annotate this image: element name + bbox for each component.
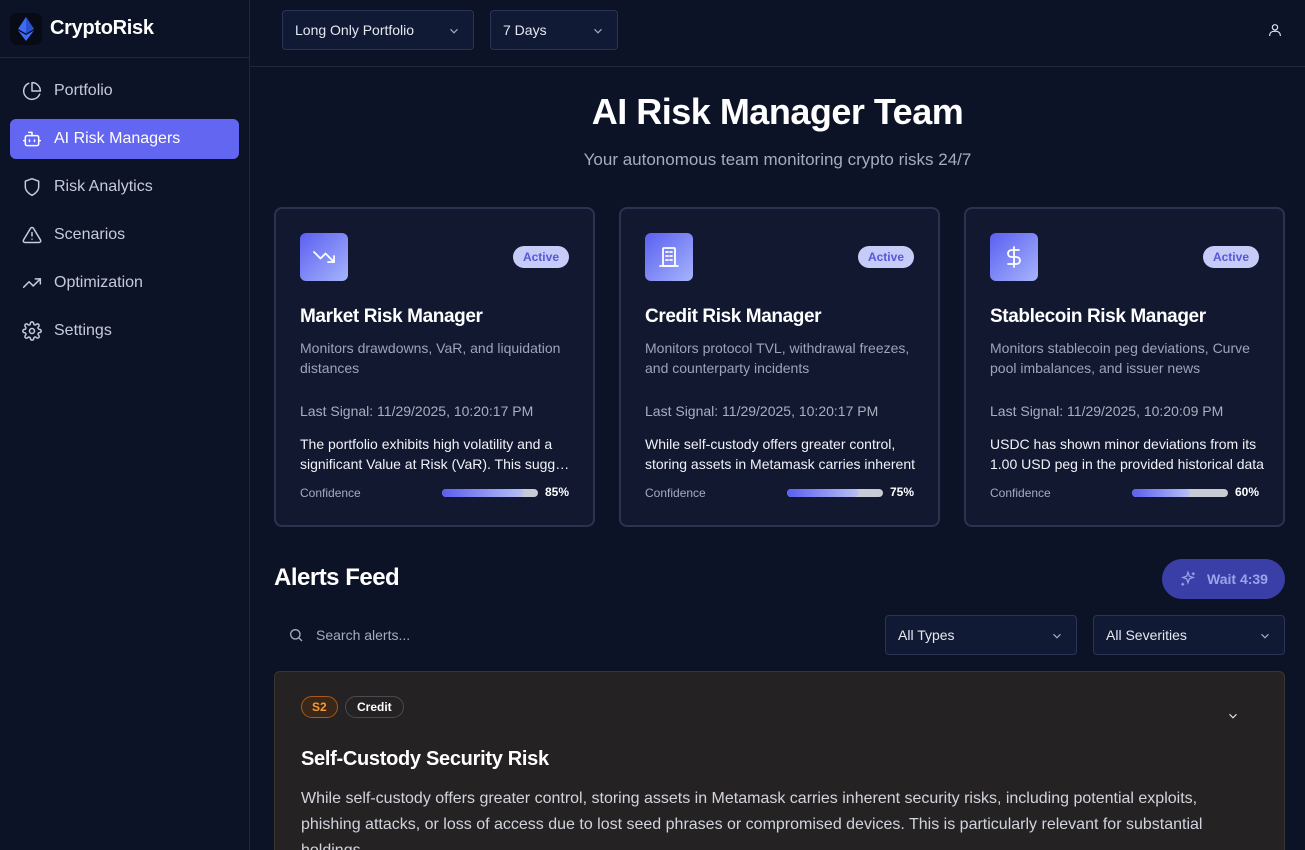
confidence-value: 60%	[1234, 485, 1259, 499]
severity-filter-select[interactable]: All Severities	[1093, 615, 1285, 655]
sidebar-item-label: AI Risk Managers	[54, 130, 181, 147]
signal-summary-line: USDC has shown minor deviations from its	[990, 436, 1257, 452]
confidence-bar	[787, 489, 883, 497]
status-badge: Active	[1202, 246, 1259, 268]
search-bar	[274, 615, 864, 655]
confidence-label: Confidence	[645, 486, 706, 500]
app-name: CryptoRisk	[50, 17, 154, 39]
shield-icon	[22, 177, 42, 197]
manager-card-market[interactable]: Active Market Risk Manager Monitors draw…	[274, 207, 595, 527]
sidebar: CryptoRisk Portfolio AI Risk Managers Ri…	[0, 0, 250, 850]
gear-icon	[22, 321, 42, 341]
type-badge: Credit	[345, 696, 404, 718]
confidence-value: 75%	[889, 485, 914, 499]
sparkles-icon	[1180, 570, 1196, 586]
signal-summary: While self-custody offers greater contro…	[645, 434, 920, 474]
trending-up-icon	[22, 273, 42, 293]
signal-summary-line: significant Value at Risk (VaR). This su…	[300, 456, 575, 472]
wait-button-label: Wait 4:39	[1207, 571, 1268, 587]
manager-card-credit[interactable]: Active Credit Risk Manager Monitors prot…	[619, 207, 940, 527]
trending-down-icon	[300, 233, 348, 281]
sidebar-item-label: Scenarios	[54, 226, 126, 243]
sidebar-item-settings[interactable]: Settings	[10, 311, 239, 351]
status-badge: Active	[857, 246, 914, 268]
page-subtitle: Your autonomous team monitoring crypto r…	[583, 150, 972, 169]
manager-title: Stablecoin Risk Manager	[990, 306, 1206, 327]
signal-summary-line: While self-custody offers greater contro…	[645, 436, 896, 452]
manager-description: Monitors drawdowns, VaR, and liquidation…	[300, 340, 561, 376]
signal-summary-line: The portfolio exhibits high volatility a…	[300, 436, 553, 452]
status-badge: Active	[512, 246, 569, 268]
alert-item[interactable]: S2 Credit Self-Custody Security Risk Whi…	[274, 671, 1285, 850]
manager-title: Credit Risk Manager	[645, 306, 822, 327]
bot-icon	[22, 129, 42, 149]
chevron-down-icon	[1258, 629, 1272, 643]
confidence-fill	[442, 489, 524, 497]
dollar-icon	[990, 233, 1038, 281]
type-filter-select[interactable]: All Types	[885, 615, 1077, 655]
search-icon	[290, 629, 303, 642]
manager-card-stablecoin[interactable]: Active Stablecoin Risk Manager Monitors …	[964, 207, 1285, 527]
severity-badge: S2	[301, 696, 338, 718]
brand[interactable]: CryptoRisk	[0, 0, 249, 58]
search-input[interactable]	[316, 627, 716, 643]
confidence-fill	[1132, 489, 1190, 497]
manager-description: Monitors protocol TVL, withdrawal freeze…	[645, 340, 910, 376]
confidence-label: Confidence	[990, 486, 1051, 500]
alert-title: Self-Custody Security Risk	[301, 748, 549, 770]
severity-filter-value: All Severities	[1106, 627, 1187, 643]
sidebar-item-label: Optimization	[54, 274, 143, 291]
pie-chart-icon	[22, 81, 42, 101]
confidence-bar	[1132, 489, 1228, 497]
generate-alerts-button[interactable]: Wait 4:39	[1162, 559, 1285, 599]
period-select[interactable]: 7 Days	[490, 10, 618, 50]
type-filter-value: All Types	[898, 627, 955, 643]
manager-description: Monitors stablecoin peg deviations, Curv…	[990, 340, 1250, 376]
confidence-value: 85%	[544, 485, 569, 499]
chevron-down-icon	[447, 24, 461, 38]
chevron-down-icon	[591, 24, 605, 38]
signal-summary-line: 1.00 USD peg in the provided historical …	[990, 456, 1264, 472]
alerts-feed-title: Alerts Feed	[274, 564, 400, 591]
alert-body: While self-custody offers greater contro…	[301, 790, 1203, 850]
main-content: AI Risk Manager Team Your autonomous tea…	[250, 67, 1305, 850]
confidence-bar	[442, 489, 538, 497]
building-icon	[645, 233, 693, 281]
ethereum-logo-icon	[10, 12, 42, 45]
sidebar-item-label: Risk Analytics	[54, 178, 153, 195]
confidence-label: Confidence	[300, 486, 361, 500]
sidebar-item-scenarios[interactable]: Scenarios	[10, 215, 239, 255]
sidebar-nav: Portfolio AI Risk Managers Risk Analytic…	[0, 58, 249, 351]
period-select-value: 7 Days	[503, 22, 547, 38]
chevron-down-icon[interactable]	[1226, 709, 1240, 723]
signal-summary: USDC has shown minor deviations from its…	[990, 434, 1265, 474]
last-signal: Last Signal: 11/29/2025, 10:20:09 PM	[990, 403, 1224, 419]
sidebar-item-risk-analytics[interactable]: Risk Analytics	[10, 167, 239, 207]
topbar: Long Only Portfolio 7 Days	[250, 0, 1305, 67]
sidebar-item-ai-risk-managers[interactable]: AI Risk Managers	[10, 119, 239, 159]
sidebar-item-optimization[interactable]: Optimization	[10, 263, 239, 303]
sidebar-item-label: Settings	[54, 322, 112, 339]
page-title: AI Risk Manager Team	[591, 91, 964, 132]
user-icon[interactable]	[1267, 22, 1283, 38]
chevron-down-icon	[1050, 629, 1064, 643]
sidebar-item-label: Portfolio	[54, 82, 113, 99]
sidebar-item-portfolio[interactable]: Portfolio	[10, 71, 239, 111]
confidence-fill	[787, 489, 859, 497]
last-signal: Last Signal: 11/29/2025, 10:20:17 PM	[300, 403, 534, 419]
signal-summary-line: storing assets in Metamask carries inher…	[645, 456, 915, 472]
alert-triangle-icon	[22, 225, 42, 245]
signal-summary: The portfolio exhibits high volatility a…	[300, 434, 575, 474]
last-signal: Last Signal: 11/29/2025, 10:20:17 PM	[645, 403, 879, 419]
portfolio-select-value: Long Only Portfolio	[295, 22, 415, 38]
manager-title: Market Risk Manager	[300, 306, 483, 327]
portfolio-select[interactable]: Long Only Portfolio	[282, 10, 474, 50]
